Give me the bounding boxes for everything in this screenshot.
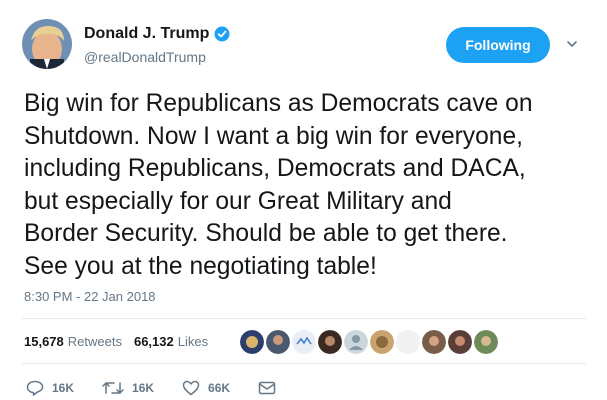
liker-avatar[interactable] — [474, 330, 498, 354]
retweet-count: 16K — [132, 381, 155, 395]
like-action[interactable]: 66K — [182, 380, 230, 396]
chevron-down-icon[interactable] — [565, 37, 579, 51]
liker-avatar[interactable] — [370, 330, 394, 354]
tweet-timestamp[interactable]: 8:30 PM - 22 Jan 2018 — [24, 289, 156, 305]
divider-top — [22, 318, 586, 319]
likes-label[interactable]: Likes — [178, 334, 208, 350]
liker-avatar[interactable] — [396, 330, 420, 354]
retweets-label[interactable]: Retweets — [68, 334, 122, 350]
tweet-actions: 16K 16K 66K — [26, 380, 304, 396]
direct-message-action[interactable] — [258, 381, 276, 395]
tweet-text: Big win for Republicans as Democrats cav… — [24, 90, 533, 280]
retweet-icon — [102, 382, 124, 394]
retweet-action[interactable]: 16K — [102, 380, 154, 396]
author-name[interactable]: Donald J. Trump — [84, 24, 230, 44]
liker-avatar[interactable] — [240, 330, 264, 354]
tweet-stats: 15,678 Retweets 66,132 Likes — [24, 334, 216, 350]
liker-avatar[interactable] — [266, 330, 290, 354]
verified-badge-icon — [214, 26, 230, 42]
liker-avatar[interactable] — [344, 330, 368, 354]
reply-count: 16K — [52, 381, 75, 395]
reply-action[interactable]: 16K — [26, 380, 74, 396]
likers-avatars[interactable] — [240, 330, 498, 354]
liker-avatar[interactable] — [318, 330, 342, 354]
reply-icon — [26, 380, 44, 396]
like-count: 66K — [208, 381, 231, 395]
divider-bottom — [22, 363, 586, 364]
retweets-count[interactable]: 15,678 — [24, 334, 64, 350]
author-avatar[interactable] — [22, 19, 72, 69]
liker-avatar[interactable] — [422, 330, 446, 354]
tweet-card: Donald J. Trump @realDonaldTrump Followi… — [0, 0, 607, 400]
liker-avatar[interactable] — [448, 330, 472, 354]
author-name-text[interactable]: Donald J. Trump — [84, 24, 209, 44]
author-handle[interactable]: @realDonaldTrump — [84, 48, 206, 66]
liker-avatar[interactable] — [292, 330, 316, 354]
likes-count[interactable]: 66,132 — [134, 334, 174, 350]
following-button[interactable]: Following — [446, 27, 550, 63]
envelope-icon — [258, 381, 276, 395]
heart-icon — [182, 380, 200, 396]
